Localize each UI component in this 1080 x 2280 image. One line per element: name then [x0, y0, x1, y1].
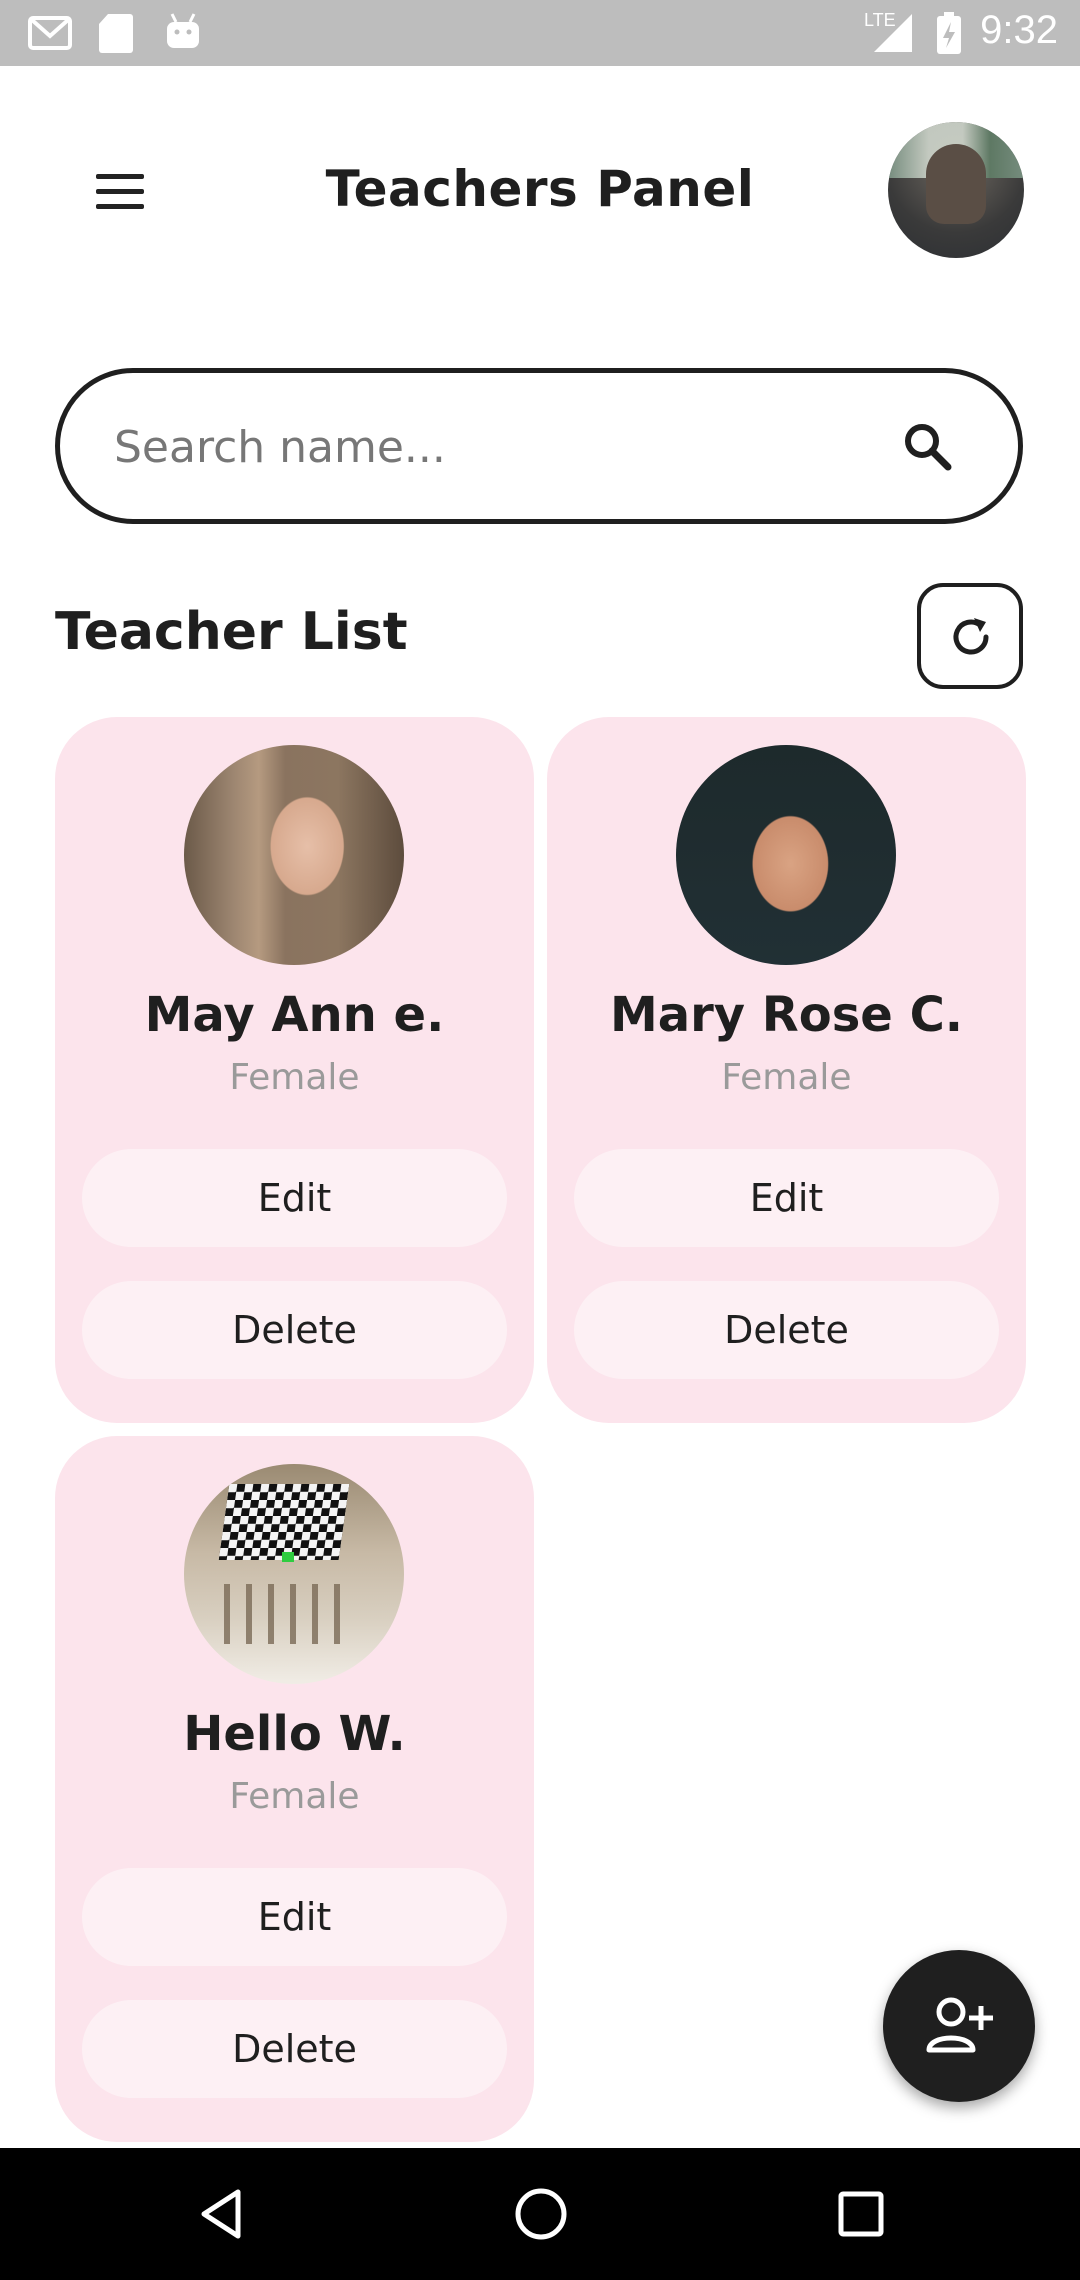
teacher-gender: Female	[229, 1057, 360, 1098]
teacher-card: May Ann e. Female Edit Delete	[55, 717, 534, 1423]
teacher-name: May Ann e.	[144, 987, 445, 1043]
status-bar: LTE 9:32	[0, 0, 1080, 66]
teacher-gender: Female	[229, 1776, 360, 1817]
profile-avatar[interactable]	[888, 122, 1024, 258]
recents-icon	[838, 2191, 884, 2237]
section-title: Teacher List	[55, 602, 408, 662]
add-person-icon	[926, 1997, 993, 2053]
search-input[interactable]	[112, 411, 876, 483]
teacher-card: Mary Rose C. Female Edit Delete	[547, 717, 1026, 1423]
edit-button[interactable]: Edit	[574, 1149, 999, 1247]
sd-card-icon	[99, 14, 133, 53]
android-icon	[167, 13, 199, 48]
search-icon[interactable]	[898, 417, 958, 477]
add-teacher-button[interactable]	[883, 1950, 1035, 2102]
refresh-icon	[953, 618, 989, 655]
back-button[interactable]	[152, 2148, 292, 2280]
delete-button[interactable]: Delete	[82, 2000, 507, 2098]
edit-button[interactable]: Edit	[82, 1868, 507, 1966]
status-time: 9:32	[980, 8, 1058, 52]
teacher-name: Mary Rose C.	[609, 987, 964, 1043]
edit-button[interactable]: Edit	[82, 1149, 507, 1247]
signal-icon	[874, 14, 912, 52]
teacher-gender: Female	[721, 1057, 852, 1098]
teacher-avatar	[676, 745, 896, 965]
search-bar	[55, 368, 1023, 524]
recents-button[interactable]	[791, 2148, 931, 2280]
delete-button[interactable]: Delete	[574, 1281, 999, 1379]
battery-charging-icon	[937, 12, 961, 54]
teacher-avatar	[184, 745, 404, 965]
teacher-name: Hello W.	[183, 1706, 406, 1762]
gmail-icon	[28, 16, 72, 50]
teacher-avatar	[184, 1464, 404, 1684]
teacher-card: Hello W. Female Edit Delete	[55, 1436, 534, 2142]
refresh-button[interactable]	[917, 583, 1023, 689]
back-icon	[201, 2189, 241, 2239]
delete-button[interactable]: Delete	[82, 1281, 507, 1379]
navigation-bar	[0, 2148, 1080, 2280]
home-icon	[515, 2188, 567, 2240]
home-button[interactable]	[471, 2148, 611, 2280]
